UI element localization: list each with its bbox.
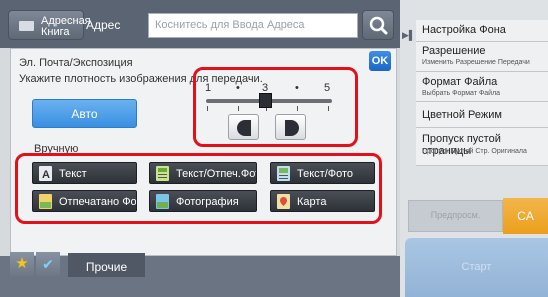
right-item-sublabel: Пропуск Пустой Стр. Оригинала: [422, 148, 527, 155]
text-printed-photo-icon: [156, 166, 169, 181]
tick-mark: [328, 106, 329, 111]
lighter-button[interactable]: [275, 114, 306, 140]
favorite-button[interactable]: ★: [10, 252, 34, 276]
right-item-label: Цветной Режим: [422, 109, 502, 121]
image-type-text-printed-photo-label: Текст/Отпеч.Фото: [176, 168, 256, 180]
search-icon: [369, 16, 388, 35]
address-book-button[interactable]: Адресная Книга: [8, 10, 91, 40]
ca-button[interactable]: CA: [503, 198, 548, 234]
panel-toggle-icon[interactable]: ▶▌: [402, 30, 415, 41]
bottom-bar: [0, 256, 400, 297]
other-button[interactable]: Прочие: [68, 253, 145, 277]
tick-mark: [238, 106, 239, 111]
image-type-map-label: Карта: [297, 196, 327, 208]
right-item-label: Разрешение: [422, 45, 486, 57]
address-input[interactable]: Коснитесь для Ввода Адреса: [148, 13, 358, 38]
address-book-label: Адресная Книга: [41, 15, 91, 38]
image-type-text-printed-photo-button[interactable]: Текст/Отпеч.Фото: [149, 162, 257, 184]
image-type-photo-button[interactable]: Фотография: [149, 190, 257, 212]
photo-icon: [156, 194, 169, 209]
tick-label-2: •: [236, 82, 240, 94]
ok-button[interactable]: OK: [369, 51, 391, 71]
svg-text:A: A: [42, 169, 50, 181]
tick-label-4: •: [295, 82, 299, 94]
image-type-text-button[interactable]: A Текст: [32, 162, 137, 184]
tick-mark: [207, 106, 208, 111]
image-type-map-button[interactable]: Карта: [270, 190, 375, 212]
star-icon: ★: [15, 255, 29, 272]
image-type-printed-photo-label: Отпечатано Фото: [59, 196, 137, 208]
exposure-slider-thumb[interactable]: [259, 93, 272, 108]
tick-label-5: 5: [324, 82, 331, 94]
printed-photo-icon: [39, 194, 52, 209]
right-item-sublabel: Изменить Разрешение Передачи: [422, 59, 530, 66]
image-type-photo-label: Фотография: [176, 196, 239, 208]
darker-button[interactable]: [228, 114, 259, 140]
auto-exposure-button[interactable]: Авто: [32, 99, 137, 128]
preview-button[interactable]: Предпросм.: [408, 200, 503, 232]
tick-label-1: 1: [205, 82, 212, 94]
image-type-text-photo-button[interactable]: Текст/Фото: [270, 162, 375, 184]
address-book-icon: [19, 21, 34, 31]
right-item-color-mode[interactable]: Цветной Режим: [416, 102, 548, 128]
right-item-sublabel: Выбрать Формат Файла: [422, 90, 501, 97]
right-item-resolution[interactable]: Разрешение Изменить Разрешение Передачи: [416, 42, 548, 72]
text-doc-icon: A: [39, 166, 52, 181]
address-label: Адрес: [86, 18, 121, 32]
tick-mark: [297, 106, 298, 111]
check-icon: ✔: [42, 256, 54, 272]
right-item-file-format[interactable]: Формат Файла Выбрать Формат Файла: [416, 72, 548, 102]
right-item-blank-page-skip[interactable]: Пропуск пустой страницы Пропуск Пустой С…: [416, 128, 548, 166]
search-button[interactable]: [362, 10, 394, 40]
right-item-label: Формат Файла: [422, 76, 498, 88]
text-photo-icon: [277, 166, 290, 181]
right-item-background-adjust[interactable]: Настройка Фона: [416, 20, 548, 42]
right-item-label: Настройка Фона: [422, 24, 506, 36]
start-button[interactable]: Старт: [405, 238, 548, 297]
dialog-title: Эл. Почта/Экспозиция: [19, 57, 133, 69]
darker-icon: [237, 120, 251, 136]
map-icon: [277, 194, 290, 209]
image-type-text-label: Текст: [59, 168, 87, 180]
image-type-text-photo-label: Текст/Фото: [297, 168, 354, 180]
check-button[interactable]: ✔: [36, 252, 60, 276]
lighter-icon: [285, 120, 299, 136]
image-type-printed-photo-button[interactable]: Отпечатано Фото: [32, 190, 137, 212]
